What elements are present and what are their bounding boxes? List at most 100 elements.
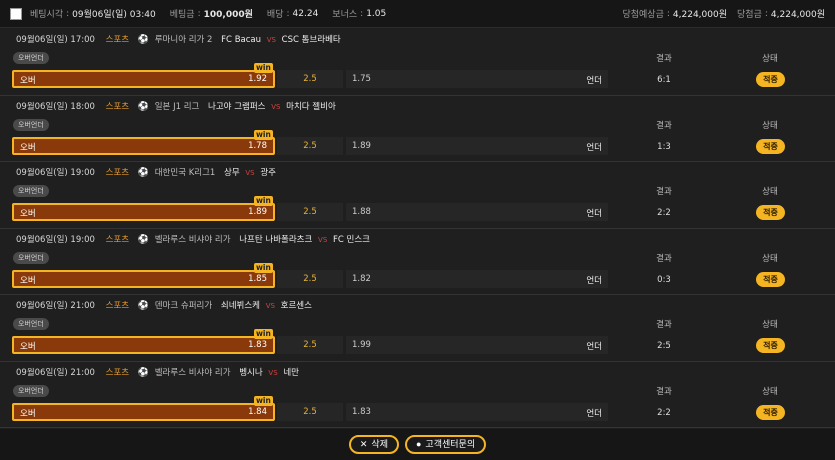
win-badge: win: [254, 262, 273, 273]
under-odds: 1.88: [352, 207, 371, 217]
under-label: 언더: [586, 142, 602, 153]
pick-odds: 1.85: [248, 273, 267, 284]
soccer-ball-icon: ⚽: [137, 35, 150, 45]
status-badge: 적중: [756, 205, 785, 220]
home-team: 상무: [224, 168, 240, 178]
bet-time-value: 09월06일(일) 03:40: [72, 10, 156, 20]
under-label: 언더: [586, 342, 602, 352]
win-badge: win: [254, 395, 273, 406]
match-datetime: 09월06일(일) 21:00: [16, 301, 95, 311]
league-name: 일본 J1 리그: [154, 101, 200, 112]
person-icon: ●: [415, 439, 422, 449]
under-option[interactable]: 1.89 언더: [346, 136, 608, 155]
pick-label: 오버: [20, 275, 36, 286]
bet-time-label: 베팅시각: [30, 10, 64, 20]
base-line-cell: 2.5: [277, 70, 343, 88]
win-badge: win: [254, 196, 273, 206]
under-option[interactable]: 1.82 언더: [346, 269, 608, 288]
payout-summary: 당첨예상금: 4,224,000원 당첨금: 4,224,000원: [622, 8, 825, 21]
bet-row: win 오버 1.89 2.5 1.88 언더: [12, 196, 608, 221]
pick-odds: 1.92: [248, 74, 267, 84]
vs-label: VS: [318, 235, 328, 244]
match-datetime: 09월06일(일) 21:00: [16, 367, 95, 378]
under-option[interactable]: 1.83 언더: [346, 402, 608, 421]
select-checkbox[interactable]: [10, 7, 22, 20]
under-odds: 1.99: [352, 340, 371, 350]
home-team: 나고야 그램퍼스: [208, 101, 266, 112]
base-line-cell: 2.5: [277, 402, 343, 421]
support-button[interactable]: ● 고객센터문의: [404, 435, 487, 454]
match-title: 09월06일(일) 18:00 스포츠 ⚽ 일본 J1 리그 나고야 그램퍼스 …: [16, 100, 336, 112]
result-score: 0:3: [657, 274, 671, 285]
selected-pick[interactable]: win 오버 1.78: [12, 129, 275, 155]
pick-label: 오버: [20, 342, 36, 352]
league-name: 루마니아 리가 2: [154, 35, 213, 45]
away-team: FC 민스크: [332, 234, 370, 245]
base-line-cell: 2.5: [277, 136, 343, 155]
selected-pick[interactable]: win 오버 1.83: [12, 329, 275, 354]
result-label: 결과: [656, 386, 672, 397]
away-team: 네만: [283, 367, 299, 378]
bet-slip-header: 베팅시각: 09월06일(일) 03:40 베팅금: 100,000원 배당: …: [0, 0, 835, 28]
status-label: 상태: [762, 120, 778, 131]
result-score: 2:2: [657, 208, 671, 218]
pick-odds: 1.78: [248, 140, 267, 151]
selected-pick[interactable]: win 오버 1.89: [12, 196, 275, 221]
status-label: 상태: [762, 187, 778, 197]
match-row: 09월06일(일) 21:00 스포츠 ⚽ 덴마크 슈퍼리가 쇠네뷔스케 VS …: [0, 295, 835, 362]
result-score: 1:3: [657, 141, 671, 152]
bet-row: win 오버 1.92 2.5 1.75 언더: [12, 63, 608, 88]
sport-label: 스포츠: [105, 301, 130, 311]
result-score: 2:5: [657, 341, 671, 351]
market-type-badge: 오버언더: [13, 318, 49, 330]
odds-label: 배당: [266, 10, 284, 20]
soccer-ball-icon: ⚽: [137, 367, 150, 378]
pick-label: 오버: [20, 209, 36, 219]
match-title: 09월06일(일) 17:00 스포츠 ⚽ 루마니아 리가 2 FC Bacau…: [16, 33, 341, 45]
league-name: 벨라루스 비샤야 리가: [154, 234, 231, 245]
under-label: 언더: [586, 408, 602, 419]
result-label: 결과: [656, 320, 672, 330]
market-type-badge: 오버언더: [13, 52, 49, 64]
home-team: 쇠네뷔스케: [220, 301, 260, 311]
soccer-ball-icon: ⚽: [137, 168, 150, 178]
home-team: FC Bacau: [221, 35, 262, 45]
away-team: CSC 톰브라베타: [281, 35, 341, 45]
sport-label: 스포츠: [105, 367, 130, 378]
selected-pick[interactable]: win 오버 1.84: [12, 395, 275, 421]
pick-label: 오버: [20, 408, 36, 419]
base-line: 2.5: [303, 74, 317, 84]
status-badge: 적중: [756, 72, 785, 87]
action-bar: ✕ 삭제 ● 고객센터문의: [0, 429, 835, 460]
win-badge: win: [254, 329, 273, 339]
under-option[interactable]: 1.75 언더: [346, 70, 608, 88]
sport-label: 스포츠: [105, 35, 130, 45]
bet-row: win 오버 1.78 2.5 1.89 언더: [12, 129, 608, 155]
soccer-ball-icon: ⚽: [137, 301, 150, 311]
selected-pick[interactable]: win 오버 1.85: [12, 262, 275, 288]
under-option[interactable]: 1.88 언더: [346, 203, 608, 221]
pick-odds: 1.84: [248, 406, 267, 417]
base-line: 2.5: [303, 273, 317, 284]
match-datetime: 09월06일(일) 19:00: [16, 234, 95, 245]
delete-button-label: 삭제: [371, 439, 388, 449]
match-list: 09월06일(일) 17:00 스포츠 ⚽ 루마니아 리가 2 FC Bacau…: [0, 29, 835, 428]
match-title: 09월06일(일) 21:00 스포츠 ⚽ 덴마크 슈퍼리가 쇠네뷔스케 VS …: [16, 299, 312, 311]
status-label: 상태: [762, 386, 778, 397]
market-type-badge: 오버언더: [13, 118, 49, 131]
market-type-badge: 오버언더: [13, 185, 49, 197]
status-badge: 적중: [756, 404, 785, 420]
match-title: 09월06일(일) 21:00 스포츠 ⚽ 벨라루스 비샤야 리가 벵시나 VS…: [16, 366, 299, 378]
bonus-value: 1.05: [366, 8, 387, 19]
status-badge: 적중: [756, 338, 785, 353]
win-badge: win: [254, 63, 273, 73]
base-line-cell: 2.5: [277, 203, 343, 221]
under-option[interactable]: 1.99 언더: [346, 336, 608, 354]
delete-button[interactable]: ✕ 삭제: [348, 435, 399, 454]
under-odds: 1.82: [352, 273, 371, 284]
match-row: 09월06일(일) 19:00 스포츠 ⚽ 대한민국 K리그1 상무 VS 광주…: [0, 162, 835, 229]
selected-pick[interactable]: win 오버 1.92: [12, 63, 275, 88]
vs-label: VS: [271, 102, 281, 111]
under-label: 언더: [586, 275, 602, 286]
base-line: 2.5: [303, 340, 317, 350]
